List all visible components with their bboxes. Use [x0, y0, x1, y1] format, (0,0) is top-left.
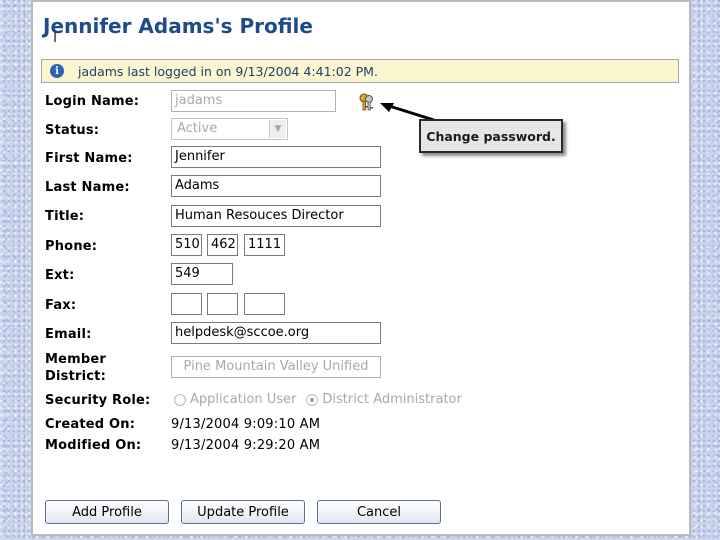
status-select[interactable]: Active ▼ [171, 118, 288, 140]
security-role-label: Security Role: [45, 393, 151, 408]
add-profile-button[interactable]: Add Profile [45, 500, 169, 524]
title-field[interactable]: Human Resouces Director [171, 205, 381, 227]
status-value: Active [177, 121, 218, 136]
login-name-field[interactable]: jadams [171, 90, 336, 112]
info-message: jadams last logged in on 9/13/2004 4:41:… [78, 63, 378, 79]
ext-field[interactable]: 549 [171, 263, 233, 285]
phone-line-field[interactable]: 1111 [244, 234, 285, 256]
change-password-callout: Change password. [419, 119, 563, 153]
status-label: Status: [45, 123, 100, 138]
email-label: Email: [45, 327, 92, 342]
login-name-label: Login Name: [45, 94, 140, 109]
update-profile-button[interactable]: Update Profile [181, 500, 305, 524]
phone-area-field[interactable]: 510 [171, 234, 202, 256]
created-on-value: 9/13/2004 9:09:10 AM [171, 417, 321, 432]
first-name-field[interactable]: Jennifer [171, 146, 381, 168]
phone-prefix-field[interactable]: 462 [207, 234, 238, 256]
radio-application-user-label: Application User [190, 392, 297, 407]
email-field[interactable]: helpdesk@sccoe.org [171, 322, 381, 344]
cancel-button[interactable]: Cancel [317, 500, 441, 524]
page-title: Jennifer Adams's Profile [43, 14, 313, 38]
fax-area-field[interactable] [171, 293, 202, 315]
title-label: Title: [45, 209, 85, 224]
radio-district-administrator-label: District Administrator [322, 392, 462, 407]
created-on-label: Created On: [45, 417, 136, 432]
member-district-label-line2: District: [45, 369, 106, 384]
modified-on-value: 9/13/2004 9:29:20 AM [171, 438, 321, 453]
fax-label: Fax: [45, 298, 77, 313]
ext-label: Ext: [45, 268, 75, 283]
member-district-field[interactable]: Pine Mountain Valley Unified [171, 356, 381, 378]
first-name-label: First Name: [45, 151, 133, 166]
info-icon: i [50, 64, 64, 78]
member-district-label-line1: Member [45, 352, 107, 367]
profile-panel: Jennifer Adams's Profile I i jadams last… [31, 0, 691, 536]
key-icon[interactable] [358, 92, 376, 112]
security-role-radio-group: Application User District Administrator [174, 392, 462, 407]
phone-label: Phone: [45, 239, 98, 254]
modified-on-label: Modified On: [45, 438, 142, 453]
fax-line-field[interactable] [244, 293, 285, 315]
text-cursor-icon: I [53, 30, 58, 46]
radio-application-user[interactable] [174, 393, 186, 406]
fax-prefix-field[interactable] [207, 293, 238, 315]
info-banner: i jadams last logged in on 9/13/2004 4:4… [41, 59, 679, 83]
radio-district-administrator[interactable] [306, 393, 319, 406]
last-name-label: Last Name: [45, 180, 130, 195]
chevron-down-icon: ▼ [269, 120, 286, 138]
last-name-field[interactable]: Adams [171, 175, 381, 197]
